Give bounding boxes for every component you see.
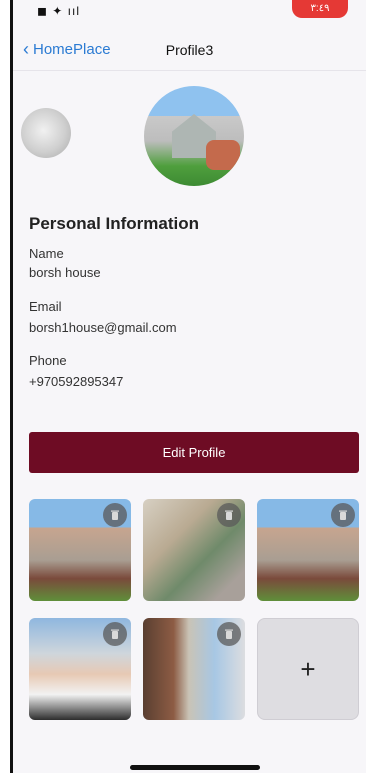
trash-icon <box>111 510 119 520</box>
home-indicator <box>130 765 260 770</box>
trash-icon <box>111 629 119 639</box>
trash-button[interactable] <box>331 503 355 527</box>
trash-button[interactable] <box>103 503 127 527</box>
gallery-photo-house-2[interactable] <box>257 499 359 601</box>
status-bar: ◼ ✦ ııl ٣:٤٩ <box>13 0 366 22</box>
email-value: borsh1house@gmail.com <box>29 320 177 335</box>
name-label: Name <box>29 246 64 261</box>
trash-button[interactable] <box>217 503 241 527</box>
email-label: Email <box>29 299 62 314</box>
trash-icon <box>225 629 233 639</box>
name-value: borsh house <box>29 265 101 280</box>
profile-avatar[interactable] <box>144 86 244 186</box>
trash-button[interactable] <box>103 622 127 646</box>
gallery-photo-people[interactable] <box>29 618 131 720</box>
trash-button[interactable] <box>217 622 241 646</box>
trash-icon <box>225 510 233 520</box>
page-title: Profile3 <box>165 42 214 58</box>
edit-profile-button[interactable]: Edit Profile <box>29 432 359 473</box>
section-title: Personal Information <box>29 214 200 233</box>
gallery-photo-garden[interactable] <box>143 618 245 720</box>
add-photo-button[interactable]: + <box>257 618 359 720</box>
trash-icon <box>339 510 347 520</box>
status-icons: ◼ ✦ ııl <box>37 4 81 18</box>
plus-icon: + <box>300 653 316 684</box>
gallery-photo-wreath[interactable] <box>143 499 245 601</box>
placeholder-avatar[interactable] <box>21 108 71 158</box>
status-time-pill: ٣:٤٩ <box>292 0 348 18</box>
phone-screen: ◼ ✦ ııl ٣:٤٩ ‹ HomePlace Profile3 Person… <box>10 0 366 773</box>
phone-label: Phone <box>29 353 67 368</box>
phone-value: +970592895347 <box>29 374 124 389</box>
flowers-image <box>206 140 240 170</box>
gallery-photo-house-1[interactable] <box>29 499 131 601</box>
navigation-bar: ‹ HomePlace Profile3 <box>13 32 366 71</box>
